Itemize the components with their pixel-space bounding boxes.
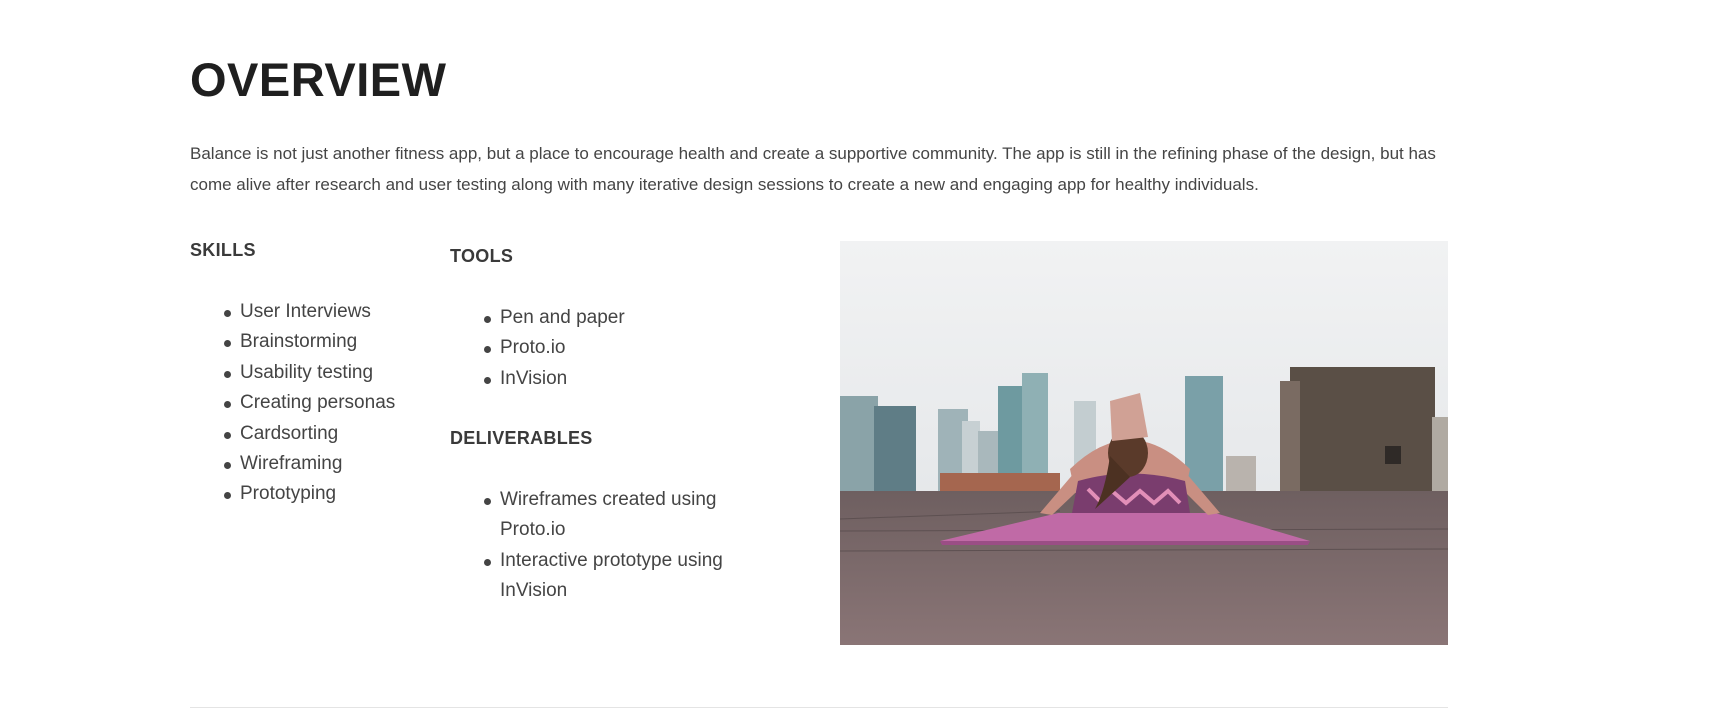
page-title: OVERVIEW xyxy=(190,53,447,106)
list-item: Wireframing xyxy=(190,449,430,479)
deliverables-heading: DELIVERABLES xyxy=(450,428,593,448)
list-item: Usability testing xyxy=(190,358,430,388)
yoga-photo-illustration xyxy=(840,241,1448,645)
deliverables-list: Wireframes created using Proto.io Intera… xyxy=(450,485,810,607)
skills-column: SKILLS User Interviews Brainstorming Usa… xyxy=(190,240,430,510)
list-item: User Interviews xyxy=(190,297,430,327)
list-item: Brainstorming xyxy=(190,327,430,357)
overview-section: OVERVIEW Balance is not just another fit… xyxy=(190,52,1448,645)
case-study-page: OVERVIEW Balance is not just another fit… xyxy=(0,0,1722,728)
tools-heading: TOOLS xyxy=(450,246,514,266)
yoga-rooftop-photo xyxy=(840,241,1448,645)
tools-list: Pen and paper Proto.io InVision xyxy=(450,303,810,394)
skills-heading: SKILLS xyxy=(190,240,256,260)
list-item: Wireframes created using Proto.io xyxy=(450,485,760,546)
overview-intro: Balance is not just another fitness app,… xyxy=(190,144,1436,194)
list-item: Prototyping xyxy=(190,479,430,509)
list-item: Creating personas xyxy=(190,388,430,418)
list-item: Interactive prototype using InVision xyxy=(450,546,760,607)
tools-column: TOOLS Pen and paper Proto.io InVision xyxy=(450,246,810,394)
list-item: Pen and paper xyxy=(450,303,810,333)
list-item: InVision xyxy=(450,364,810,394)
list-item: Proto.io xyxy=(450,333,810,363)
skills-list: User Interviews Brainstorming Usability … xyxy=(190,297,430,510)
section-divider xyxy=(190,707,1448,708)
deliverables-column: DELIVERABLES Wireframes created using Pr… xyxy=(450,428,810,607)
list-item: Cardsorting xyxy=(190,419,430,449)
